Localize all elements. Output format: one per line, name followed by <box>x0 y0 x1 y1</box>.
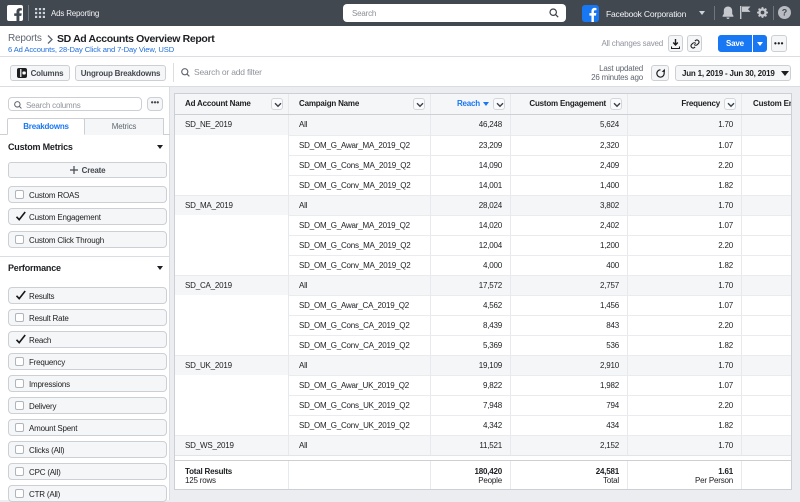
svg-text:?: ? <box>782 8 788 18</box>
